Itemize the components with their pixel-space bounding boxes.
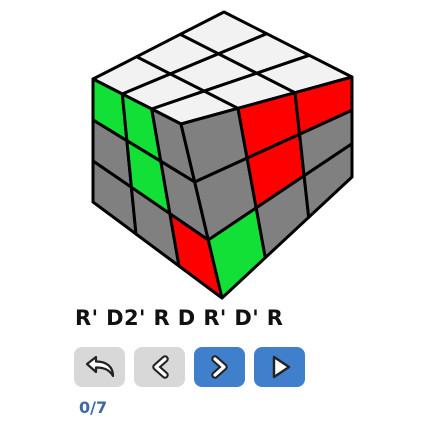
chevron-right-icon [210,355,228,379]
chevron-left-icon [151,355,169,379]
move-counter: 0/7 [79,398,108,417]
play-button[interactable] [254,347,305,387]
reset-arrow-icon [85,355,114,378]
algorithm-text: R' D2' R D R' D' R [75,306,284,330]
next-move-button[interactable] [194,347,245,387]
reset-button[interactable] [74,347,125,387]
play-triangle-icon [272,355,290,379]
previous-move-button[interactable] [134,347,185,387]
cube-view [91,10,354,300]
